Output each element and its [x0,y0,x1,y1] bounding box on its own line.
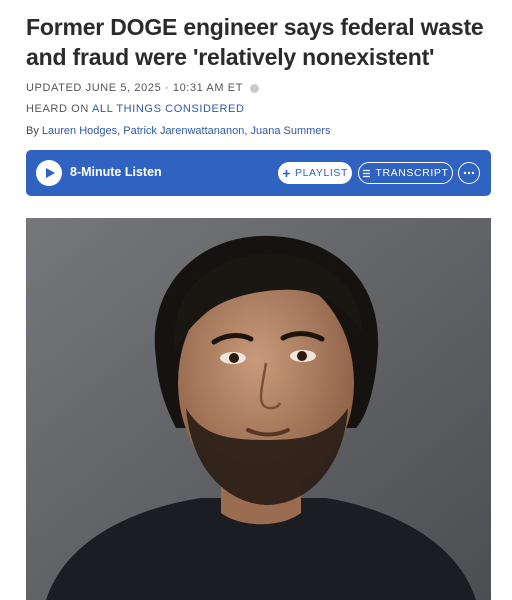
lines-icon [363,169,371,177]
byline-prefix: By [26,125,39,137]
play-button[interactable] [36,160,62,186]
heard-on-line: HEARD ON ALL THINGS CONSIDERED [26,103,245,115]
byline: By Lauren Hodges, Patrick Jarenwattanano… [26,125,331,137]
ellipsis-icon [463,171,475,175]
program-link[interactable]: ALL THINGS CONSIDERED [92,103,245,115]
playlist-label: PLAYLIST [294,167,349,179]
article-headline: Former DOGE engineer says federal waste … [26,14,484,70]
updated-line: UPDATED JUNE 5, 2025 · 10:31 AM ET [26,82,260,94]
transcript-label: TRANSCRIPT [375,167,449,179]
updated-timestamp: UPDATED JUNE 5, 2025 · 10:31 AM ET [26,82,244,94]
author-link[interactable]: Juana Summers [250,125,330,137]
transcript-button[interactable]: TRANSCRIPT [358,162,453,184]
audio-player: 8-Minute Listen PLAYLIST TRANSCRIPT [26,150,491,196]
play-icon [46,168,55,178]
article-photo [26,218,491,600]
plus-icon [282,169,290,177]
listen-duration-label: 8-Minute Listen [70,165,162,179]
heard-on-prefix: HEARD ON [26,103,89,115]
add-to-playlist-button[interactable]: PLAYLIST [278,162,352,184]
author-link[interactable]: Patrick Jarenwattananon [123,125,244,137]
info-icon[interactable] [250,83,260,93]
portrait-illustration [26,218,491,600]
author-link[interactable]: Lauren Hodges [42,125,117,137]
more-options-button[interactable] [458,162,480,184]
